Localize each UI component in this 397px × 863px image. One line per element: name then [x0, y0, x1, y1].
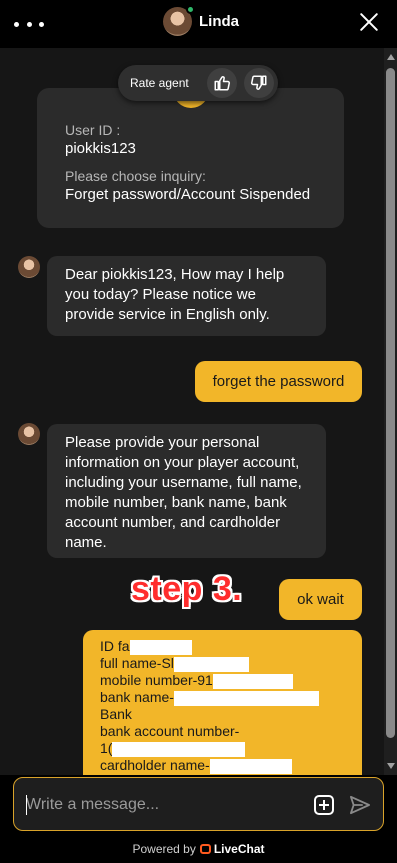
chat-messages-area[interactable]: User ID : piokkis123 Please choose inqui…: [0, 48, 384, 775]
info-text: bank name-: [100, 689, 174, 705]
thumbs-up-button[interactable]: [207, 68, 237, 98]
redaction-box: [129, 639, 192, 655]
agent-message-avatar: [18, 256, 40, 278]
info-line: ID fa: [100, 638, 344, 655]
redaction-box: [212, 673, 293, 689]
info-line: mobile number-91: [100, 672, 344, 689]
step-annotation: step 3.: [131, 570, 243, 608]
info-line: cardholder name-: [100, 757, 344, 774]
agent-message: Please provide your personal information…: [47, 424, 326, 558]
powered-by-label: Powered by: [132, 842, 196, 856]
rate-agent-bar: Rate agent: [118, 65, 278, 101]
powered-by-footer[interactable]: Powered by LiveChat: [0, 842, 397, 856]
agent-message: Dear piokkis123, How may I help you toda…: [47, 256, 326, 336]
inquiry-label: Please choose inquiry:: [65, 168, 206, 184]
chat-scrollbar[interactable]: [384, 48, 397, 775]
agent-info: Linda: [163, 5, 239, 36]
agent-message-avatar: [18, 423, 40, 445]
message-input[interactable]: [26, 793, 296, 817]
thumbs-down-button[interactable]: [244, 68, 274, 98]
prechat-form-card: User ID : piokkis123 Please choose inqui…: [37, 88, 344, 228]
info-line: Bank: [100, 706, 132, 722]
dot-icon: [14, 21, 19, 27]
thumbs-down-icon: [250, 75, 267, 90]
message-input-box: [13, 777, 384, 831]
info-line: bank name-: [100, 689, 344, 706]
scroll-up-arrow-icon[interactable]: [387, 54, 395, 60]
thumbs-up-icon: [214, 76, 231, 91]
agent-name: Linda: [199, 13, 239, 30]
livechat-brand: LiveChat: [213, 842, 265, 856]
close-icon[interactable]: [357, 10, 381, 34]
dot-icon: [39, 21, 44, 27]
inquiry-value: Forget password/Account Sispended: [65, 186, 311, 203]
info-text: ID fa: [100, 638, 130, 654]
user-id-label: User ID :: [65, 122, 121, 138]
info-text: mobile number-91: [100, 672, 213, 688]
online-status-dot: [186, 5, 195, 14]
scroll-down-arrow-icon[interactable]: [387, 763, 395, 769]
info-line: bank account number-: [100, 723, 240, 739]
user-message: ok wait: [279, 579, 362, 620]
more-options-button[interactable]: [14, 14, 44, 34]
agent-avatar: [163, 5, 195, 36]
scroll-thumb[interactable]: [386, 68, 395, 738]
redaction-box: [173, 656, 249, 672]
chat-header: Linda: [0, 0, 397, 48]
add-attachment-icon[interactable]: [314, 795, 334, 815]
dot-icon: [26, 21, 32, 27]
redaction-box: [173, 690, 319, 706]
livechat-logo-icon: [199, 844, 211, 854]
user-message: forget the password: [195, 361, 362, 402]
text-caret: [26, 795, 27, 815]
redaction-box: [112, 741, 246, 757]
info-text: 1(: [100, 740, 113, 756]
redaction-box: [209, 758, 292, 774]
info-text: full name-Sl: [100, 655, 174, 671]
user-id-value: piokkis123: [65, 140, 136, 157]
send-icon[interactable]: [349, 795, 371, 815]
info-text: cardholder name-: [100, 757, 210, 773]
rate-agent-label: Rate agent: [130, 76, 189, 90]
user-info-message: ID fa full name-Sl mobile number-91 bank…: [83, 630, 362, 775]
info-line: full name-Sl: [100, 655, 344, 672]
info-line: 1(: [100, 740, 344, 757]
